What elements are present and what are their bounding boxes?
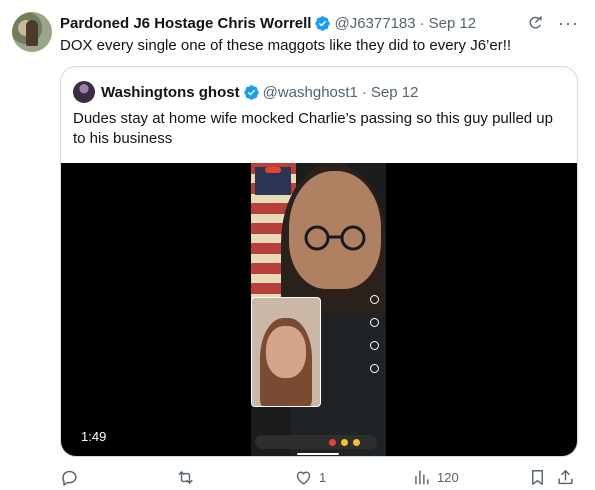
share-button[interactable] [556,466,575,488]
video-side-icons [370,295,382,373]
bookmark-icon [532,469,543,485]
bookmark-button[interactable] [528,466,547,488]
quote-date[interactable]: Sep 12 [371,84,419,101]
quote-header: Washingtons ghost @washghost1 · Sep 12 [73,81,565,103]
tweet-header: Pardoned J6 Hostage Chris Worrell @J6377… [60,12,579,34]
quoted-tweet[interactable]: Washingtons ghost @washghost1 · Sep 12 D… [60,66,578,457]
verified-badge-icon [243,84,259,100]
view-count: 120 [437,469,459,485]
like-button[interactable]: 1 [294,466,326,488]
tweet-date[interactable]: Sep 12 [429,15,477,32]
more-icon[interactable]: ··· [558,14,579,32]
video-frame [251,163,386,456]
like-count: 1 [319,469,327,485]
author-name[interactable]: Pardoned J6 Hostage Chris Worrell [60,15,311,32]
tweet-text: DOX every single one of these maggots li… [60,37,512,54]
views-icon [415,469,429,485]
like-icon [296,471,311,485]
repost-icon [178,470,193,484]
glasses-graphic [304,225,366,251]
share-icon [558,469,573,484]
reply-button[interactable] [60,466,85,488]
video-player[interactable]: 1:49 [61,163,577,456]
video-duration: 1:49 [81,429,107,444]
quote-author-handle[interactable]: @washghost1 [263,84,358,101]
action-bar: 1 120 [60,466,580,488]
separator-dot: · [361,83,367,101]
quote-text: Dudes stay at home wife mocked Charlie’s… [73,110,553,147]
views-button[interactable]: 120 [412,466,459,488]
pip-video [251,297,321,407]
repost-button[interactable] [176,466,201,488]
separator-dot: · [419,14,425,32]
tweet[interactable]: Pardoned J6 Hostage Chris Worrell @J6377… [0,0,595,490]
quote-author-avatar[interactable] [73,81,95,103]
author-avatar[interactable] [12,12,52,52]
quote-author-name[interactable]: Washingtons ghost [101,84,240,101]
grok-icon[interactable] [526,14,544,32]
reply-icon [62,470,77,486]
author-handle[interactable]: @J6377183 [334,15,415,32]
verified-badge-icon [315,15,331,31]
